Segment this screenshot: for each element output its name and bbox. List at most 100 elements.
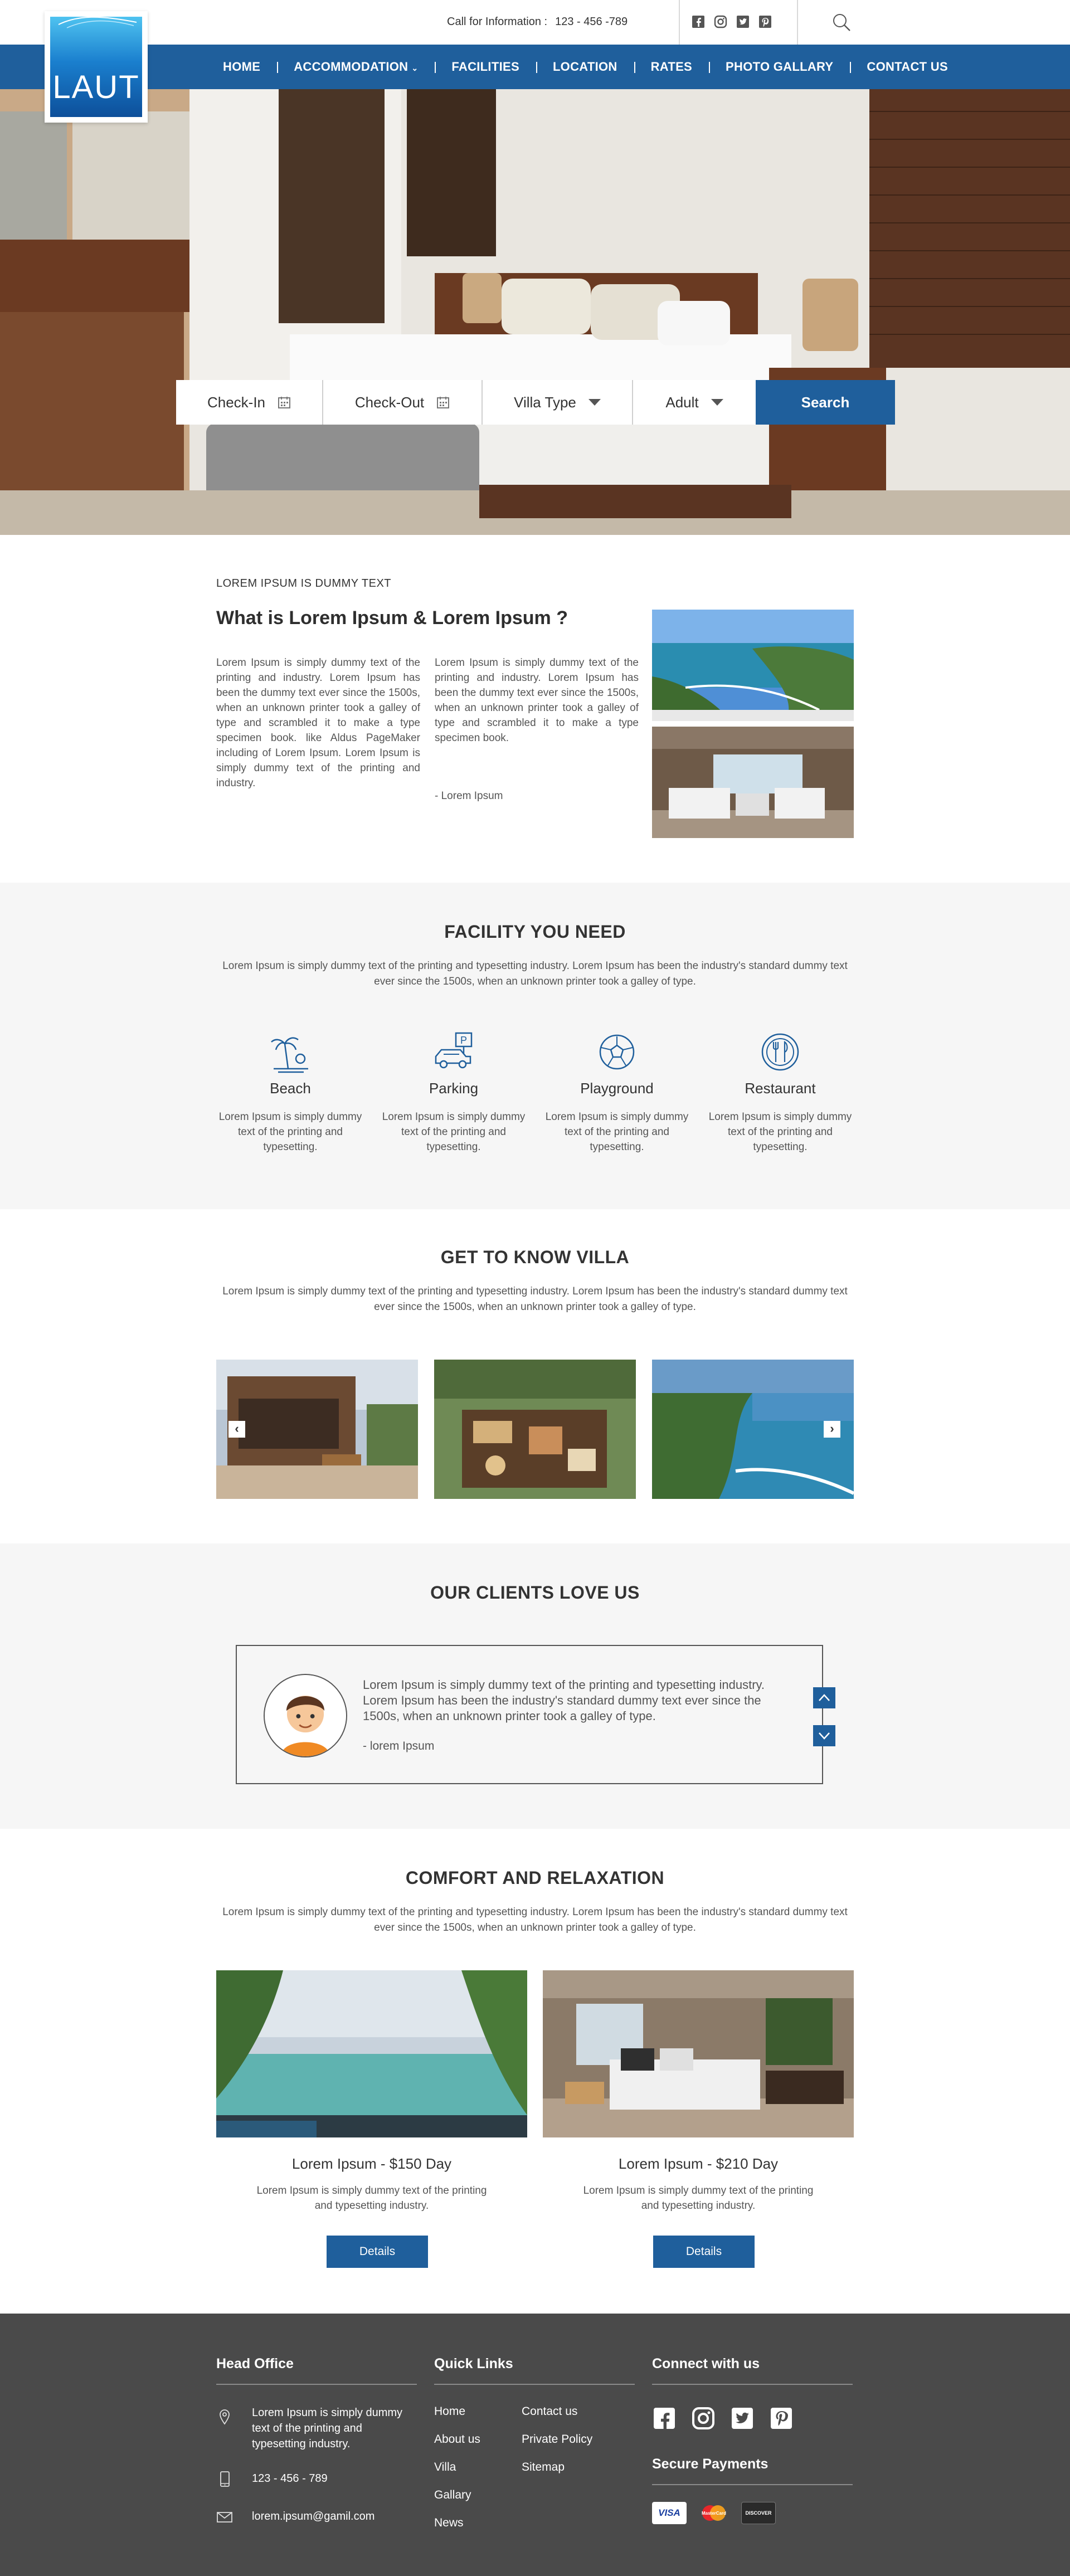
footer-link-about[interactable]: About us [434,2433,480,2446]
facility-name: Parking [429,1080,479,1097]
location-pin-icon [216,2408,233,2425]
villa-type-label: Villa Type [514,393,576,411]
facility-text: Lorem Ipsum is simply dummy text of the … [218,1111,362,1153]
nav-label: RATES [650,60,693,74]
facility-title: FACILITY YOU NEED [444,922,626,942]
divider [679,0,680,45]
villa-type-select[interactable]: Villa Type [483,380,633,425]
nav-item-facilities[interactable]: FACILITIES [435,60,536,74]
footer-link-home[interactable]: Home [434,2405,465,2418]
search-icon[interactable] [830,11,853,33]
facility-name: Restaurant [745,1080,816,1097]
checkout-field[interactable]: Check-Out [323,380,483,425]
booking-bar: Check-In Check-Out Villa Type Adult Sear… [176,380,895,425]
chevron-down-icon [819,1732,830,1740]
pinterest-icon[interactable] [769,2406,794,2431]
facebook-icon[interactable] [691,14,706,29]
carousel-next-button[interactable]: › [824,1421,840,1438]
checkin-field[interactable]: Check-In [176,380,323,425]
testimonial-down-button[interactable] [813,1725,835,1746]
coast-photo [652,610,854,721]
divider [797,0,798,45]
nav-item-rates[interactable]: RATES [634,60,709,74]
intro-paragraph: Lorem Ipsum is simply dummy text of the … [216,657,420,789]
villa-photo[interactable] [434,1360,636,1499]
nav-label: LOCATION [552,60,617,74]
checkin-label: Check-In [207,393,266,411]
adult-label: Adult [665,393,699,411]
instagram-icon[interactable] [691,2406,716,2431]
intro-signature: - Lorem Ipsum [435,790,503,802]
carousel-prev-button[interactable]: ‹ [228,1421,245,1438]
facility-name: Playground [580,1080,654,1097]
pinterest-icon[interactable] [758,14,772,29]
testimonial-up-button[interactable] [813,1687,835,1708]
facility-text: Lorem Ipsum is simply dummy text of the … [382,1111,526,1153]
nav-label: CONTACT US [867,60,948,74]
footer-head-office-title: Head Office [216,2356,294,2372]
nav-item-location[interactable]: LOCATION [536,60,634,74]
footer-email[interactable]: lorem.ipsum@gamil.com [252,2509,374,2524]
dropdown-arrow-icon [711,399,723,406]
facebook-icon[interactable] [652,2406,677,2431]
twitter-icon[interactable] [736,14,750,29]
footer-link-contact[interactable]: Contact us [522,2405,577,2418]
footer: Head Office Lorem Ipsum is simply dummy … [0,2314,1070,2576]
facility-playground: Playground Lorem Ipsum is simply dummy t… [542,1030,692,1155]
instagram-icon[interactable] [713,14,728,29]
checkout-label: Check-Out [354,393,425,411]
living-room-photo [652,727,854,838]
nav-label: PHOTO GALLARY [726,60,834,74]
divider [652,2484,853,2485]
mail-icon [216,2509,233,2525]
parking-icon: P [431,1030,476,1074]
calendar-icon [437,397,450,408]
footer-payments-title: Secure Payments [652,2456,769,2472]
beach-icon [268,1030,313,1074]
twitter-icon[interactable] [730,2406,755,2431]
details-button[interactable]: Details [327,2236,428,2268]
villa-photo[interactable] [216,1360,418,1499]
call-label: Call for Information : [447,16,548,28]
facility-text: Lorem Ipsum is simply dummy text of the … [545,1111,689,1153]
intro-kicker: LOREM IPSUM IS DUMMY TEXT [216,577,392,590]
site-logo[interactable]: LAUT [45,11,148,123]
footer-link-sitemap[interactable]: Sitemap [522,2461,565,2474]
svg-text:P: P [460,1035,467,1046]
hero-image [0,89,1070,535]
nav-item-accommodation[interactable]: ACCOMMODATION ⌄ [277,60,435,74]
footer-link-privacy[interactable]: Private Policy [522,2433,592,2446]
footer-link-gallary[interactable]: Gallary [434,2489,471,2502]
footer-connect-title: Connect with us [652,2356,760,2372]
room-name: Lorem Ipsum - $150 Day [291,2155,452,2172]
visa-card-icon: VISA [652,2502,687,2524]
card-label: DISCOVER [745,2510,772,2516]
top-bar: Call for Information : 123 - 456 -789 [0,0,1070,45]
comfort-title: COMFORT AND RELAXATION [405,1868,665,1888]
clients-title: OUR CLIENTS LOVE US [430,1582,640,1603]
search-button[interactable]: Search [756,380,895,425]
nav-label: HOME [223,60,261,74]
footer-link-news[interactable]: News [434,2516,464,2530]
adult-select[interactable]: Adult [633,380,756,425]
calendar-icon [278,397,291,408]
room-name: Lorem Ipsum - $210 Day [618,2155,779,2172]
chevron-down-icon: ⌄ [411,64,419,72]
avatar [264,1674,347,1757]
testimonial-card: Lorem Ipsum is simply dummy text of the … [236,1645,835,1784]
footer-phone[interactable]: 123 - 456 - 789 [252,2471,328,2486]
divider [216,2384,417,2385]
facility-parking: P Parking Lorem Ipsum is simply dummy te… [378,1030,529,1155]
nav-label: ACCOMMODATION [294,60,408,74]
room-photo[interactable] [216,1970,527,2137]
divider [652,2384,853,2385]
nav-item-home[interactable]: HOME [206,60,277,74]
facility-text: Lorem Ipsum is simply dummy text of the … [708,1111,852,1153]
room-photo[interactable] [543,1970,854,2137]
nav-item-contact-us[interactable]: CONTACT US [850,60,965,74]
phone-icon [216,2470,233,2487]
footer-link-villa[interactable]: Villa [434,2461,456,2474]
call-phone[interactable]: 123 - 456 -789 [555,16,628,28]
details-button[interactable]: Details [653,2236,755,2268]
nav-item-photo-gallary[interactable]: PHOTO GALLARY [709,60,850,74]
